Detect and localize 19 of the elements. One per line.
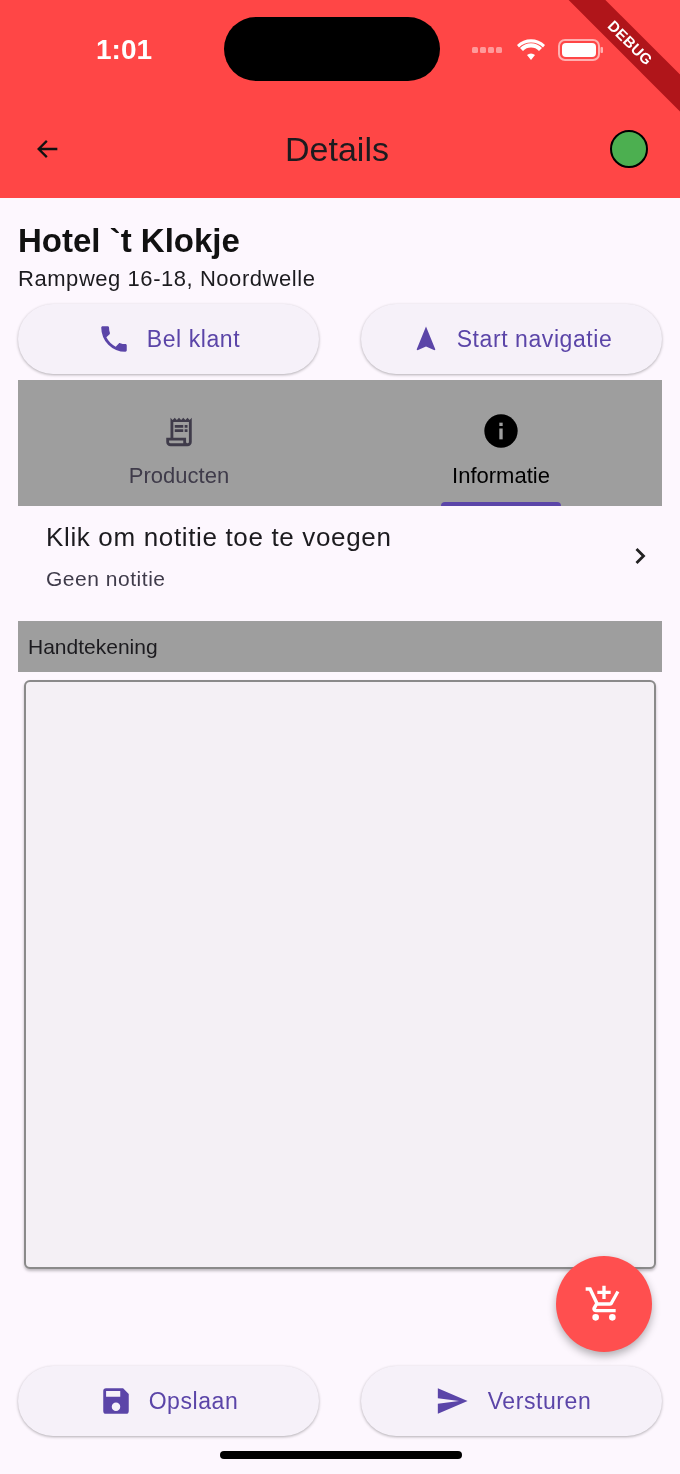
wifi-icon [516,39,546,61]
note-title: Klik om notitie toe te voegen [46,520,393,554]
tab[interactable]: Producten [18,380,340,506]
tab[interactable]: Informatie [340,380,662,506]
status-time: 1:01 [96,33,153,67]
note-subtitle: Geen notitie [46,565,167,592]
note-list-item[interactable]: Klik om notitie toe te voegen Geen notitie [18,506,662,606]
battery-icon [558,38,604,62]
customer-address: Rampweg 16-18, Noordwelle [18,265,317,293]
save-button[interactable]: Opslaan [18,1366,319,1436]
signal-icon [472,46,504,54]
section-title: Handtekening [28,633,158,660]
customer-name: Hotel `t Klokje [18,221,241,261]
info-icon [481,411,521,451]
send-button[interactable]: Versturen [361,1366,662,1436]
navigate-button[interactable]: Start navigatie [361,304,662,374]
add-to-cart-button[interactable] [556,1256,652,1352]
page-title: Details [284,128,390,170]
phone-button[interactable]: Bel klant [18,304,319,374]
